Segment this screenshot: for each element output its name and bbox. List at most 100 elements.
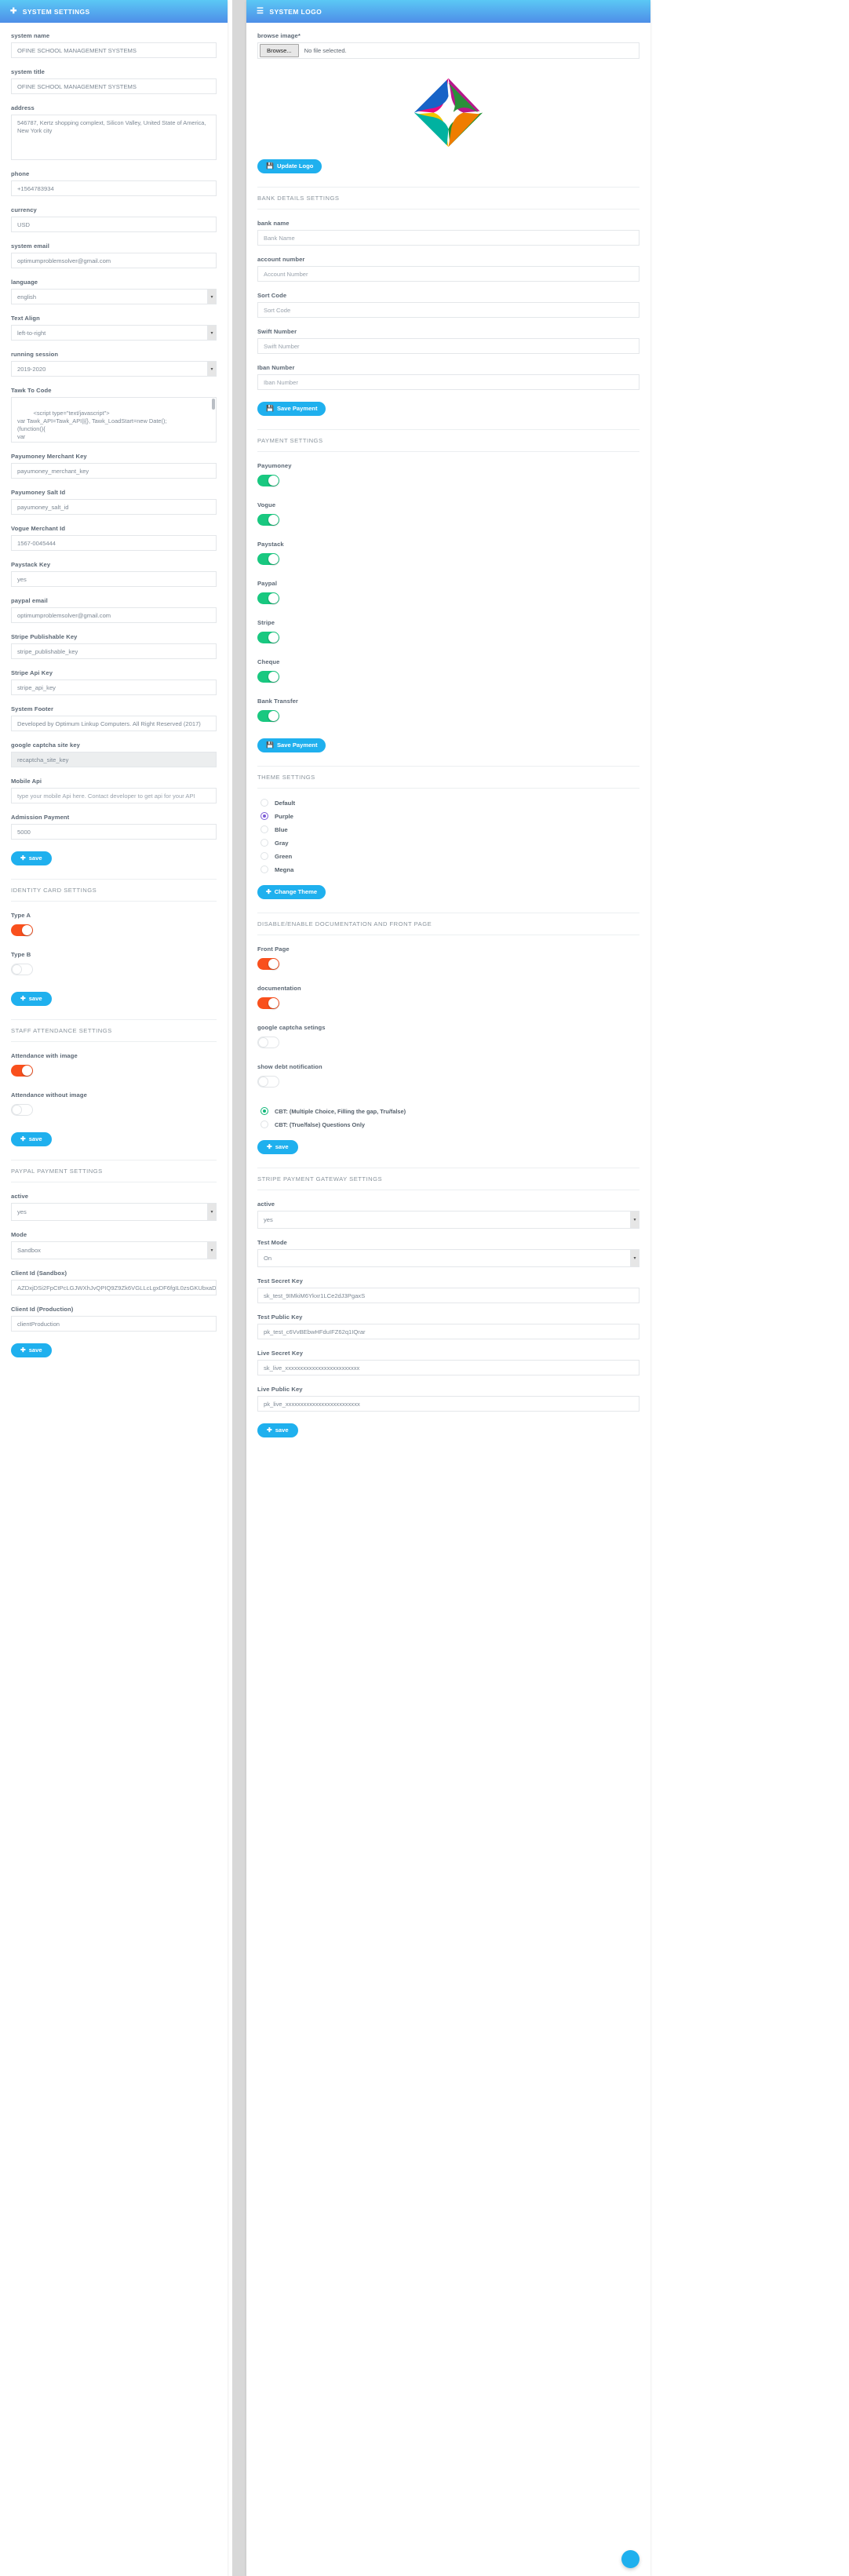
label-system-email: system email xyxy=(11,242,49,250)
save-paypal-button[interactable]: ✚ save xyxy=(11,1343,52,1357)
toggle-attendance-without-image[interactable] xyxy=(11,1104,33,1116)
cbt-option-true-false-label: CBT: (True/false) Questions Only xyxy=(275,1120,365,1128)
toggle-vogue[interactable] xyxy=(257,514,279,526)
theme-option-blue-label: Blue xyxy=(275,825,288,833)
input-stripe-api-key[interactable]: stripe_api_key xyxy=(11,680,217,695)
toggle-google-captcha[interactable] xyxy=(257,1037,279,1048)
toggle-cheque[interactable] xyxy=(257,671,279,683)
field-mobile-api: Mobile Api type your mobile Api here. Co… xyxy=(11,778,217,803)
toggle-payumoney[interactable] xyxy=(257,475,279,486)
select-stripe-test-mode[interactable]: On ▾ xyxy=(257,1249,639,1267)
input-system-footer[interactable]: Developed by Optimum Linkup Computers. A… xyxy=(11,716,217,731)
input-system-title[interactable]: OFINE SCHOOL MANAGEMENT SYSTEMS xyxy=(11,78,217,94)
toggle-paystack[interactable] xyxy=(257,553,279,565)
toggle-bank-transfer[interactable] xyxy=(257,710,279,722)
select-paypal-mode[interactable]: Sandbox ▾ xyxy=(11,1241,217,1259)
input-admission-payment[interactable]: 5000 xyxy=(11,824,217,840)
theme-option-megna[interactable]: Megna xyxy=(257,865,639,873)
update-logo-label: Update Logo xyxy=(276,162,314,170)
input-client-id-production[interactable]: clientProduction xyxy=(11,1316,217,1332)
input-iban-number[interactable]: Iban Number xyxy=(257,374,639,390)
label-language: language xyxy=(11,279,38,286)
label-client-id-production: Client Id (Production) xyxy=(11,1306,74,1313)
input-bank-name[interactable]: Bank Name xyxy=(257,230,639,246)
input-sort-code[interactable]: Sort Code xyxy=(257,302,639,318)
input-payumoney-salt-id[interactable]: payumoney_salt_id xyxy=(11,499,217,515)
input-test-public-key[interactable]: pk_test_c6VvBEbwHFduIFZ62q1IQrar xyxy=(257,1324,639,1339)
textarea-tawk-to-code[interactable]: <script type="text/javascript"> var Tawk… xyxy=(11,397,217,443)
cbt-option-true-false[interactable]: CBT: (True/false) Questions Only xyxy=(257,1120,639,1128)
label-documentation: documentation xyxy=(257,985,301,992)
input-paystack-key[interactable]: yes xyxy=(11,571,217,587)
update-logo-button[interactable]: 💾 Update Logo xyxy=(257,159,322,173)
select-text-align[interactable]: left-to-right ▾ xyxy=(11,325,217,341)
input-test-secret-key[interactable]: sk_test_9IMkiM6Ykxr1LCe2dJ3PgaxS xyxy=(257,1288,639,1303)
theme-option-default[interactable]: Default xyxy=(257,799,639,807)
theme-option-purple[interactable]: Purple xyxy=(257,812,639,820)
field-stripe-api-key: Stripe Api Key stripe_api_key xyxy=(11,669,217,695)
staff-attendance-section-title: STAFF ATTENDANCE SETTINGS xyxy=(11,1019,217,1042)
input-sort-code-placeholder: Sort Code xyxy=(264,306,291,314)
toggle-front-page[interactable] xyxy=(257,958,279,970)
theme-option-blue[interactable]: Blue xyxy=(257,825,639,833)
save-docs-button[interactable]: ✚ save xyxy=(257,1140,298,1154)
field-documentation-toggle: documentation xyxy=(257,985,639,1013)
toggle-knob xyxy=(268,593,279,603)
toggle-knob xyxy=(22,1066,32,1076)
input-account-number[interactable]: Account Number xyxy=(257,266,639,282)
input-paypal-email[interactable]: optimumproblemsolver@gmail.com xyxy=(11,607,217,623)
input-google-captcha-site-key[interactable]: recaptcha_site_key xyxy=(11,752,217,767)
file-input-row[interactable]: Browse... No file selected. xyxy=(257,42,639,59)
theme-option-green[interactable]: Green xyxy=(257,852,639,860)
select-language-value: english xyxy=(17,293,37,301)
field-stripe-publishable-key: Stripe Publishable Key stripe_publishabl… xyxy=(11,633,217,659)
system-settings-body: system name OFINE SCHOOL MANAGEMENT SYST… xyxy=(0,23,228,1389)
change-theme-button[interactable]: ✚ Change Theme xyxy=(257,885,326,899)
input-currency[interactable]: USD xyxy=(11,217,217,232)
input-payumoney-merchant-key[interactable]: payumoney_merchant_key xyxy=(11,463,217,479)
select-language[interactable]: english ▾ xyxy=(11,289,217,304)
select-stripe-active[interactable]: yes ▾ xyxy=(257,1211,639,1229)
label-paypal-email: paypal email xyxy=(11,597,48,604)
field-address: address 546787, Kertz shopping complext,… xyxy=(11,104,217,160)
browse-button[interactable]: Browse... xyxy=(260,44,299,57)
toggle-knob xyxy=(268,515,279,525)
theme-option-gray[interactable]: Gray xyxy=(257,839,639,847)
save-bank-payment-button[interactable]: 💾 Save Payment xyxy=(257,402,326,416)
input-phone[interactable]: +1564783934 xyxy=(11,180,217,196)
toggle-paypal[interactable] xyxy=(257,592,279,604)
input-live-secret-key[interactable]: sk_live_xxxxxxxxxxxxxxxxxxxxxxxxx xyxy=(257,1360,639,1375)
input-swift-number[interactable]: Swift Number xyxy=(257,338,639,354)
input-system-name[interactable]: OFINE SCHOOL MANAGEMENT SYSTEMS xyxy=(11,42,217,58)
toggle-attendance-with-image[interactable] xyxy=(11,1065,33,1077)
radio-icon xyxy=(261,812,268,820)
toggle-show-debt-notification[interactable] xyxy=(257,1076,279,1088)
toggle-type-a[interactable] xyxy=(11,924,33,936)
select-paypal-active[interactable]: yes ▾ xyxy=(11,1203,217,1221)
textarea-address[interactable]: 546787, Kertz shopping complext, Silicon… xyxy=(11,115,217,160)
input-client-id-sandbox[interactable]: AZDxjDSi2FpCtPcLGJWXhJvQPIQ9Z9Zk6VGLLcLg… xyxy=(11,1280,217,1295)
toggle-knob xyxy=(268,998,279,1008)
toggle-knob xyxy=(268,672,279,682)
input-mobile-api[interactable]: type your mobile Api here. Contact devel… xyxy=(11,788,217,803)
toggle-documentation[interactable] xyxy=(257,997,279,1009)
input-vogue-merchant-id[interactable]: 1567-0045444 xyxy=(11,535,217,551)
paypal-section-title: PAYPAL PAYMENT SETTINGS xyxy=(11,1160,217,1182)
input-live-public-key[interactable]: pk_live_xxxxxxxxxxxxxxxxxxxxxxxxx xyxy=(257,1396,639,1412)
cbt-option-multiple-choice[interactable]: CBT: (Multiple Choice, Filling the gap, … xyxy=(257,1107,639,1115)
save-identity-card-button[interactable]: ✚ save xyxy=(11,992,52,1006)
input-stripe-publishable-key[interactable]: stripe_publishable_key xyxy=(11,643,217,659)
field-live-public-key: Live Public Key pk_live_xxxxxxxxxxxxxxxx… xyxy=(257,1386,639,1412)
floating-action-button[interactable] xyxy=(621,2550,639,2568)
save-stripe-button[interactable]: ✚ save xyxy=(257,1423,298,1437)
input-system-email[interactable]: optimumproblemsolver@gmail.com xyxy=(11,253,217,268)
scrollbar-thumb[interactable] xyxy=(212,399,215,410)
save-settings-button[interactable]: ✚ save xyxy=(11,851,52,865)
select-running-session[interactable]: 2019-2020 ▾ xyxy=(11,361,217,377)
toggle-stripe[interactable] xyxy=(257,632,279,643)
toggle-type-b[interactable] xyxy=(11,964,33,975)
field-type-b: Type B xyxy=(11,951,217,979)
save-payment-settings-button[interactable]: 💾 Save Payment xyxy=(257,738,326,752)
save-staff-attendance-button[interactable]: ✚ save xyxy=(11,1132,52,1146)
